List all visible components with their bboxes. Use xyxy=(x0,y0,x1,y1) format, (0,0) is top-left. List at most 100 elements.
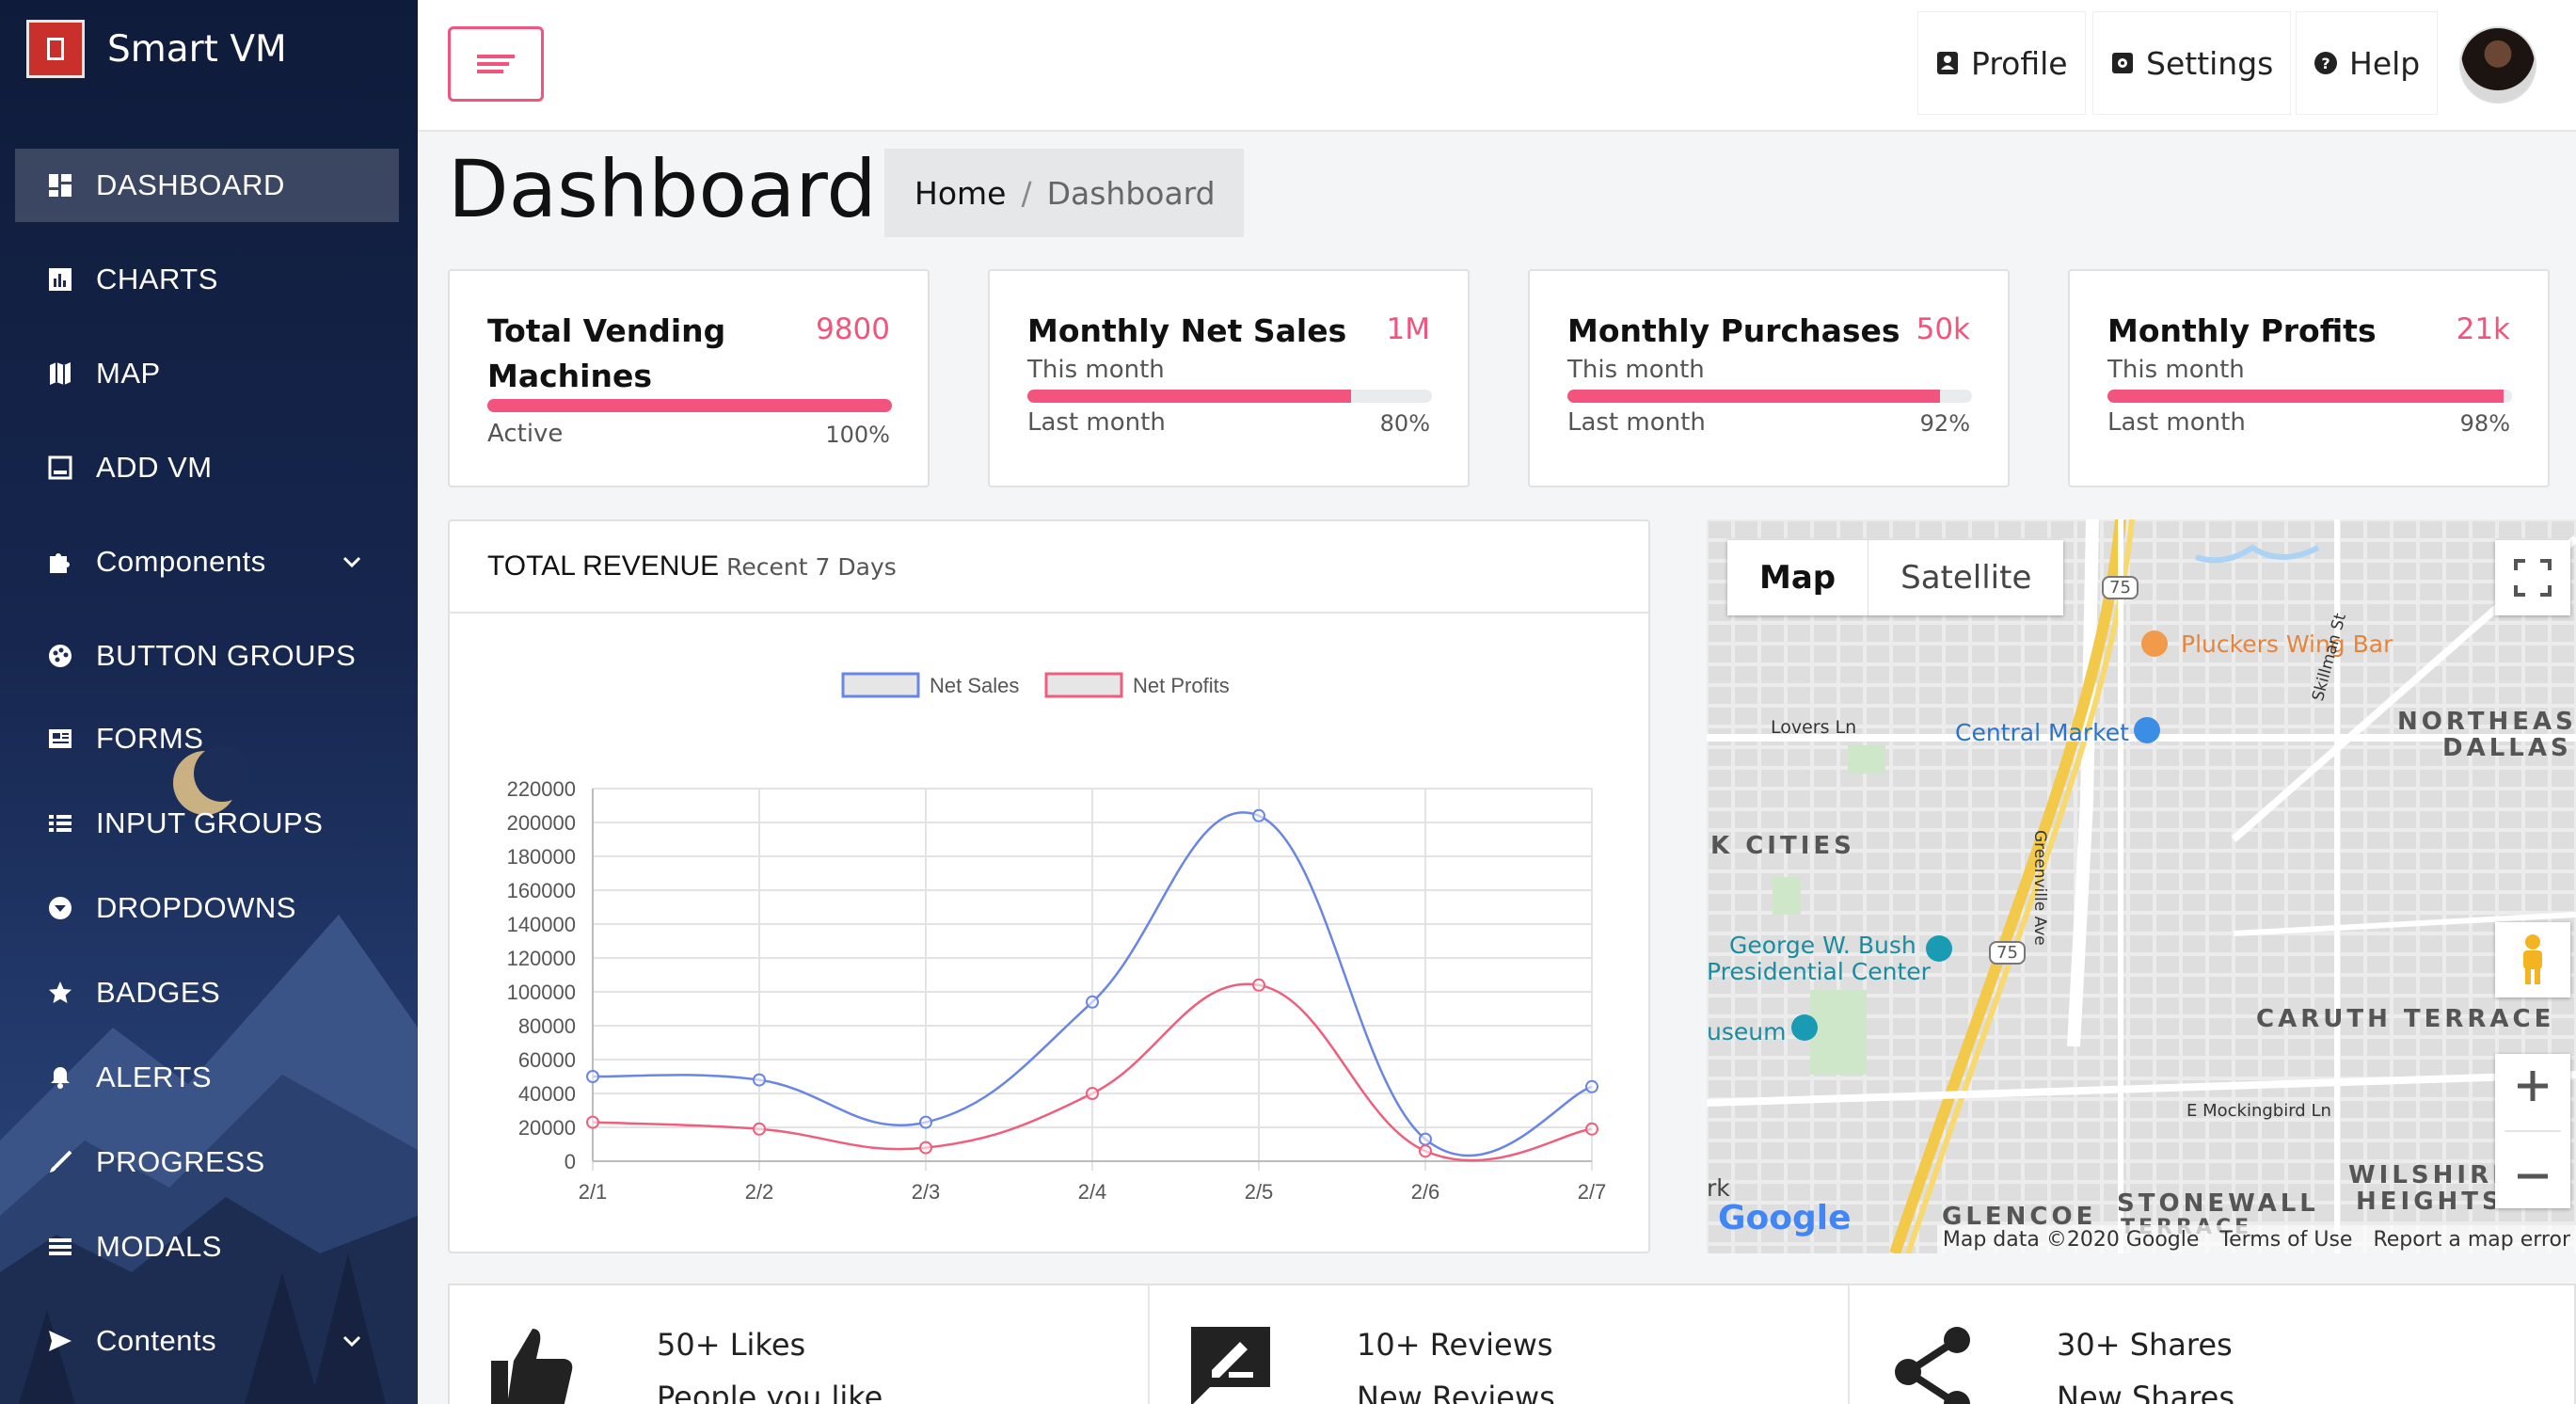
pegman-icon xyxy=(2523,934,2542,984)
sidebar-item-map[interactable]: MAP xyxy=(15,337,399,410)
help-label: Help xyxy=(2349,44,2421,82)
help-link[interactable]: ? Help xyxy=(2296,11,2439,115)
svg-text:?: ? xyxy=(2321,55,2330,72)
map-footer: Map data ©2020 Google Terms of Use Repor… xyxy=(1936,1225,2576,1253)
stat-title: Monthly Net Sales xyxy=(1027,312,1347,349)
stat-value: 21k xyxy=(2456,312,2510,346)
progress-bar xyxy=(1567,390,1972,403)
progress-fill xyxy=(487,399,892,412)
likes-desc: People you like xyxy=(657,1380,883,1404)
data-point-1-6 xyxy=(1585,1122,1598,1136)
sidebar-item-input-groups[interactable]: INPUT GROUPS xyxy=(15,787,399,860)
stat-sub1: This month xyxy=(1567,356,1705,384)
map-tab-satellite[interactable]: Satellite xyxy=(1868,540,2063,615)
revenue-chart: 0 20000 40000 60000 80000 100000 120000 140000 1… xyxy=(507,672,1607,1204)
sidebar-item-label: DROPDOWNS xyxy=(96,891,296,924)
sidebar-item-label: ADD VM xyxy=(96,451,213,484)
sidebar-item-contents[interactable]: Contents xyxy=(15,1304,399,1378)
map-area-caruth: CARUTH TERRACE xyxy=(2256,1005,2555,1033)
likes-card: 50+ Likes People you like xyxy=(450,1285,1150,1404)
map-widget[interactable]: 75 Pluckers Wing Bar Central Market Love… xyxy=(1707,519,2576,1253)
menu-toggle-button[interactable] xyxy=(448,26,544,102)
sidebar-item-label: BUTTON GROUPS xyxy=(96,639,357,672)
data-point-1-3 xyxy=(1086,1087,1099,1100)
fullscreen-button[interactable] xyxy=(2495,540,2570,615)
map-data-credit: Map data ©2020 Google xyxy=(1942,1227,2200,1252)
sidebar-item-badges[interactable]: BADGES xyxy=(15,956,399,1029)
chart-icon xyxy=(47,266,73,293)
breadcrumb-home[interactable]: Home xyxy=(914,175,1006,212)
sidebar-item-label: Contents xyxy=(96,1324,217,1357)
legend-swatch-0 xyxy=(841,672,920,698)
reviews-count: 10+ Reviews xyxy=(1357,1327,1553,1363)
map-area-wilshire: WILSHIRI xyxy=(2348,1161,2505,1189)
map-place-park: rk xyxy=(1707,1174,1730,1202)
map-place-museum[interactable]: useum xyxy=(1707,1018,1786,1045)
data-point-0-0 xyxy=(586,1070,599,1083)
zoom-in-icon[interactable] xyxy=(2514,1067,2552,1105)
stat-title: Total Vending Machines xyxy=(487,312,726,394)
list-icon xyxy=(47,810,73,837)
sidebar-item-dashboard[interactable]: DASHBOARD xyxy=(15,149,399,222)
shares-desc: New Shares xyxy=(2057,1380,2234,1404)
x-tick-label: 2/6 xyxy=(1411,1180,1440,1204)
map-report-link[interactable]: Report a map error xyxy=(2373,1228,2570,1252)
sidebar-item-progress[interactable]: PROGRESS xyxy=(15,1125,399,1199)
map-terms-link[interactable]: Terms of Use xyxy=(2219,1228,2352,1252)
stat-percent: 80% xyxy=(1379,410,1430,437)
google-logo: Google xyxy=(1718,1199,1852,1237)
y-tick-label: 0 xyxy=(564,1150,576,1173)
page-title: Dashboard xyxy=(448,143,877,235)
y-tick-label: 140000 xyxy=(507,913,576,936)
avatar[interactable] xyxy=(2459,26,2536,104)
y-tick-label: 100000 xyxy=(507,981,576,1004)
sidebar-item-charts[interactable]: CHARTS xyxy=(15,243,399,316)
legend-swatch-1 xyxy=(1044,672,1123,698)
sidebar-item-add-vm[interactable]: ADD VM xyxy=(15,431,399,504)
map-place-bush-2[interactable]: Presidential Center xyxy=(1707,958,1931,985)
x-tick-label: 2/3 xyxy=(912,1180,941,1204)
sidebar-item-forms[interactable]: FORMS xyxy=(15,702,399,775)
x-tick-label: 2/1 xyxy=(579,1180,608,1204)
stat-percent: 100% xyxy=(825,422,890,448)
data-point-0-3 xyxy=(1086,995,1099,1009)
sidebar-item-label: INPUT GROUPS xyxy=(96,806,324,839)
stat-title: Monthly Purchases xyxy=(1567,312,1900,349)
map-place-central-market[interactable]: Central Market xyxy=(1955,719,2129,746)
brand[interactable]: Smart VM xyxy=(26,19,287,79)
chevron-down-icon xyxy=(342,1335,361,1348)
star-icon xyxy=(47,980,73,1006)
zoom-out-icon[interactable] xyxy=(2514,1157,2552,1195)
y-tick-label: 200000 xyxy=(507,811,576,835)
sidebar-item-dropdowns[interactable]: DROPDOWNS xyxy=(15,871,399,945)
sidebar-item-alerts[interactable]: ALERTS xyxy=(15,1041,399,1114)
map-hwy-75: 75 xyxy=(2102,576,2139,599)
breadcrumb-current: Dashboard xyxy=(1046,174,1216,212)
map-street-greenville: Greenville Ave xyxy=(2030,830,2049,946)
stat-sub2: Last month xyxy=(2107,408,2246,437)
topbar: Profile Settings ? Help xyxy=(418,0,2576,132)
profile-link[interactable]: Profile xyxy=(1917,11,2086,115)
street-view-button[interactable] xyxy=(2495,922,2570,997)
progress-bar xyxy=(487,399,892,412)
map-place-bush-1[interactable]: George W. Bush xyxy=(1729,932,1916,959)
progress-fill xyxy=(1027,390,1351,403)
map-place-pluckers[interactable]: Pluckers Wing Bar xyxy=(2181,630,2393,658)
sidebar-item-components[interactable]: Components xyxy=(15,525,399,598)
map-tab-map[interactable]: Map xyxy=(1727,540,1869,615)
data-point-0-6 xyxy=(1585,1079,1598,1093)
sidebar-item-button-groups[interactable]: BUTTON GROUPS xyxy=(15,619,399,693)
map-icon xyxy=(47,360,73,387)
settings-label: Settings xyxy=(2146,44,2274,82)
revenue-subtitle: Recent 7 Days xyxy=(726,552,897,581)
bell-icon xyxy=(47,1064,73,1091)
map-street-mockingbird: E Mockingbird Ln xyxy=(2186,1101,2331,1121)
brand-name: Smart VM xyxy=(107,27,287,71)
brush-icon xyxy=(47,1149,73,1175)
sidebar-item-modals[interactable]: MODALS xyxy=(15,1210,399,1284)
profile-icon xyxy=(1937,52,1958,74)
stat-value: 9800 xyxy=(816,312,890,346)
data-point-0-1 xyxy=(753,1073,766,1087)
settings-link[interactable]: Settings xyxy=(2092,11,2292,115)
x-tick-label: 2/7 xyxy=(1578,1180,1607,1204)
